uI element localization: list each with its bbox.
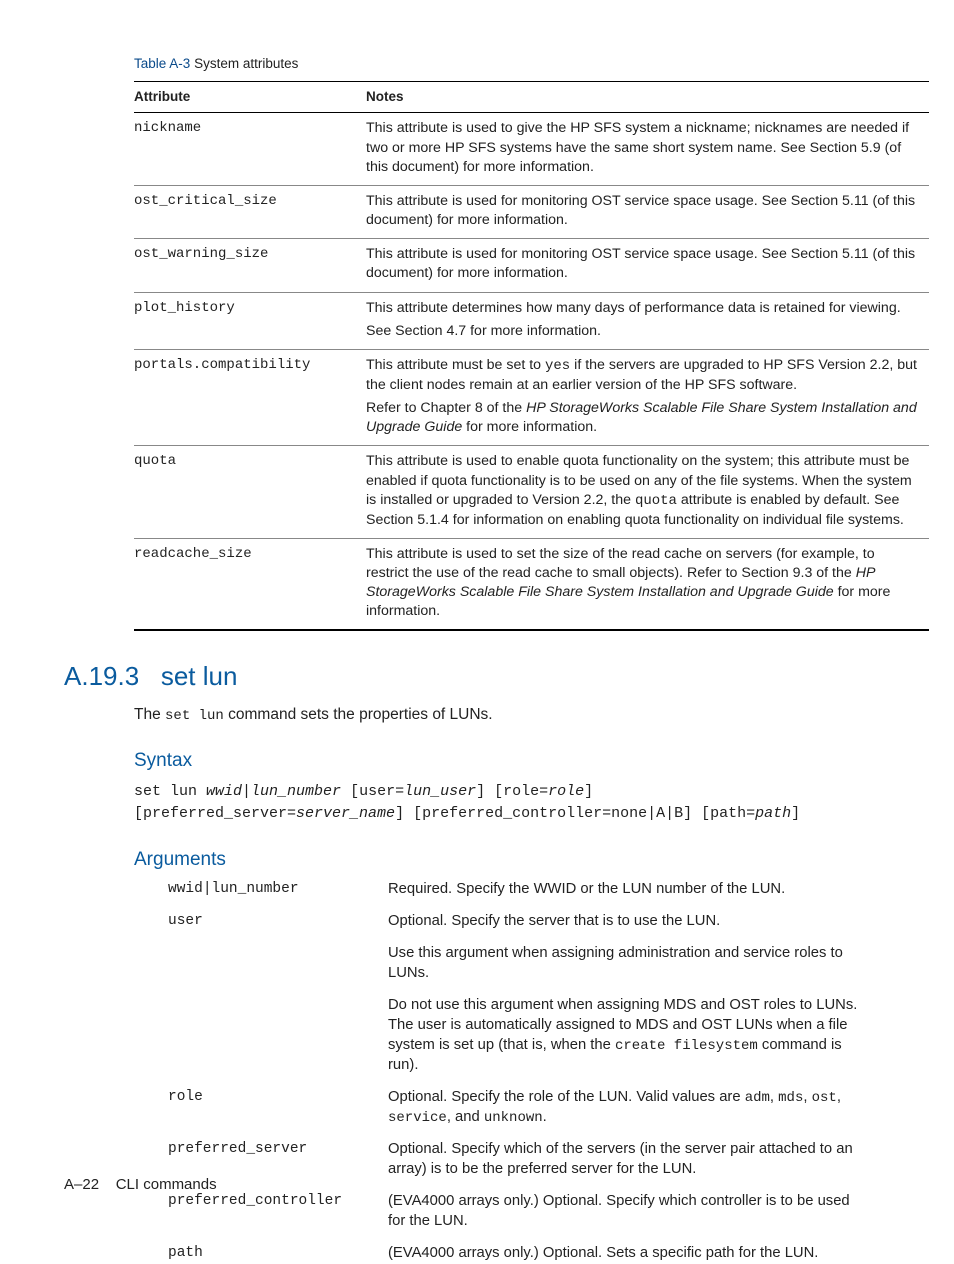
table-row: readcache_sizeThis attribute is used to …	[134, 538, 929, 630]
attr-name-cell: ost_warning_size	[134, 239, 366, 292]
arguments-heading: Arguments	[134, 847, 860, 873]
table-row: plot_historyThis attribute determines ho…	[134, 292, 929, 349]
argument-name: path	[168, 1244, 370, 1264]
page: Table A-3 System attributes Attribute No…	[0, 0, 954, 1235]
argument-name: user	[168, 912, 370, 1076]
th-notes: Notes	[366, 82, 929, 113]
argument-desc: Required. Specify the WWID or the LUN nu…	[388, 880, 860, 900]
syntax-heading: Syntax	[134, 748, 860, 774]
argument-desc: Optional. Specify the server that is to …	[388, 912, 860, 1076]
argument-row: path (EVA4000 arrays only.) Optional. Set…	[168, 1244, 860, 1264]
attr-name-cell: portals.compatibility	[134, 349, 366, 445]
attr-name-cell: plot_history	[134, 292, 366, 349]
attr-notes-cell: This attribute is used for monitoring OS…	[366, 185, 929, 238]
attr-notes-cell: This attribute is used for monitoring OS…	[366, 239, 929, 292]
table-row: ost_warning_sizeThis attribute is used f…	[134, 239, 929, 292]
syntax-block: set lun wwid|lun_number [user=lun_user] …	[134, 781, 860, 825]
argument-row: preferred_controller (EVA4000 arrays only…	[168, 1192, 860, 1232]
argument-row: wwid|lun_number Required. Specify the WWI…	[168, 880, 860, 900]
section-heading: A.19.3 set lun	[64, 659, 860, 694]
table-caption: Table A-3 System attributes	[134, 55, 860, 73]
footer-page: A–22	[64, 1176, 99, 1193]
attr-notes-cell: This attribute is used to enable quota f…	[366, 446, 929, 538]
table-title: System attributes	[194, 56, 298, 71]
page-footer: A–22 CLI commands	[64, 1175, 217, 1195]
attr-notes-cell: This attribute is used to give the HP SF…	[366, 113, 929, 186]
argument-row: preferred_serverOptional. Specify which …	[168, 1140, 860, 1180]
footer-section: CLI commands	[116, 1176, 217, 1193]
attr-name-cell: nickname	[134, 113, 366, 186]
th-attribute: Attribute	[134, 82, 366, 113]
intro-cmd: set lun	[165, 708, 224, 724]
attr-notes-cell: This attribute must be set to yes if the…	[366, 349, 929, 445]
table-row: quotaThis attribute is used to enable qu…	[134, 446, 929, 538]
table-row: ost_critical_sizeThis attribute is used …	[134, 185, 929, 238]
attr-notes-cell: This attribute determines how many days …	[366, 292, 929, 349]
attr-name-cell: readcache_size	[134, 538, 366, 630]
argument-desc: (EVA4000 arrays only.) Optional. Sets a …	[388, 1244, 860, 1264]
section-title-text: set lun	[161, 661, 238, 691]
attr-notes-cell: This attribute is used to set the size o…	[366, 538, 929, 630]
arguments-list: wwid|lun_number Required. Specify the WWI…	[168, 880, 860, 1264]
argument-desc: Optional. Specify the role of the LUN. V…	[388, 1088, 860, 1128]
section-intro: The set lun command sets the properties …	[134, 705, 860, 726]
table-label: Table A-3	[134, 56, 190, 71]
table-row: nicknameThis attribute is used to give t…	[134, 113, 929, 186]
attributes-table: Attribute Notes nicknameThis attribute i…	[134, 81, 929, 631]
argument-desc: Optional. Specify which of the servers (…	[388, 1140, 860, 1180]
table-row: portals.compatibilityThis attribute must…	[134, 349, 929, 445]
argument-name: preferred_controller	[168, 1192, 370, 1232]
attr-name-cell: ost_critical_size	[134, 185, 366, 238]
argument-name: role	[168, 1088, 370, 1128]
argument-row: role Optional. Specify the role of the LU…	[168, 1088, 860, 1128]
argument-row: userOptional. Specify the server that is…	[168, 912, 860, 1076]
attr-name-cell: quota	[134, 446, 366, 538]
argument-name: wwid|lun_number	[168, 880, 370, 900]
section-number: A.19.3	[64, 661, 139, 691]
argument-desc: (EVA4000 arrays only.) Optional. Specify…	[388, 1192, 860, 1232]
